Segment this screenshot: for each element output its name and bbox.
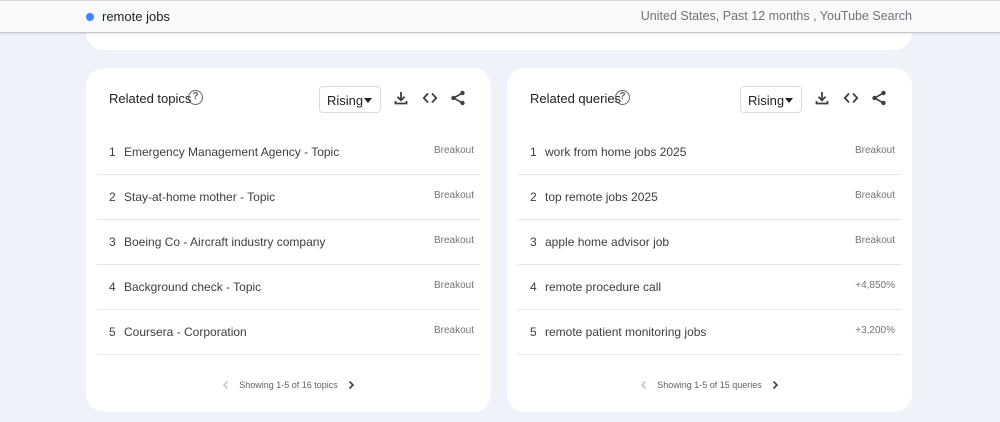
list-item[interactable]: 3 Boeing Co - Aircraft industry company … [97, 220, 480, 265]
row-value: Breakout [854, 145, 895, 156]
list-item[interactable]: 3 apple home advisor job Breakout [518, 220, 901, 265]
pagination-text: Showing 1-5 of 15 queries [657, 380, 762, 390]
row-index: 1 [530, 145, 537, 159]
row-index: 4 [530, 280, 537, 294]
row-label[interactable]: Boeing Co - Aircraft industry company [124, 235, 325, 249]
row-index: 1 [109, 145, 116, 159]
list-item[interactable]: 4 Background check - Topic Breakout [97, 265, 480, 310]
row-value: +3,200% [855, 325, 895, 336]
row-index: 4 [109, 280, 116, 294]
row-index: 2 [530, 190, 537, 204]
row-value: Breakout [433, 190, 474, 201]
row-index: 3 [530, 235, 537, 249]
chevron-right-icon[interactable] [768, 378, 782, 392]
list-item[interactable]: 1 Emergency Management Agency - Topic Br… [97, 130, 480, 175]
row-value: Breakout [433, 280, 474, 291]
embed-icon[interactable] [843, 90, 859, 106]
list-item[interactable]: 5 Coursera - Corporation Breakout [97, 310, 480, 355]
card-title: Related topics [109, 91, 192, 106]
pagination: Showing 1-5 of 16 topics [86, 378, 491, 392]
series-color-dot [86, 13, 94, 21]
share-icon[interactable] [450, 90, 466, 106]
related-topics-card: Related topics ? Rising 1 Emergency Mana… [86, 68, 491, 412]
filter-value: Rising [748, 93, 785, 108]
filter-value: Rising [327, 93, 364, 108]
caret-down-icon [785, 98, 793, 103]
download-icon[interactable] [814, 90, 830, 106]
row-value: Breakout [854, 235, 895, 246]
search-summary-bar: remote jobs United States, Past 12 month… [0, 0, 1000, 33]
list-item[interactable]: 5 remote patient monitoring jobs +3,200% [518, 310, 901, 355]
row-value: +4,850% [855, 280, 895, 291]
search-term[interactable]: remote jobs [102, 9, 170, 24]
list-item[interactable]: 2 Stay-at-home mother - Topic Breakout [97, 175, 480, 220]
help-icon[interactable]: ? [615, 90, 630, 105]
filter-dropdown[interactable]: Rising [319, 86, 381, 113]
related-topics-list: 1 Emergency Management Agency - Topic Br… [97, 130, 480, 355]
related-queries-card: Related queries ? Rising 1 work from hom… [507, 68, 912, 412]
row-label[interactable]: apple home advisor job [545, 235, 669, 249]
row-value: Breakout [433, 325, 474, 336]
card-title: Related queries [530, 91, 622, 106]
chevron-right-icon[interactable] [344, 378, 358, 392]
search-filters-summary[interactable]: United States, Past 12 months , YouTube … [641, 9, 912, 23]
chevron-left-icon[interactable] [637, 378, 651, 392]
row-label[interactable]: Stay-at-home mother - Topic [124, 190, 275, 204]
row-index: 5 [530, 325, 537, 339]
row-index: 3 [109, 235, 116, 249]
row-index: 2 [109, 190, 116, 204]
download-icon[interactable] [393, 90, 409, 106]
row-value: Breakout [854, 190, 895, 201]
row-label[interactable]: Background check - Topic [124, 280, 261, 294]
pagination-text: Showing 1-5 of 16 topics [239, 380, 338, 390]
caret-down-icon [364, 98, 372, 103]
list-item[interactable]: 2 top remote jobs 2025 Breakout [518, 175, 901, 220]
row-value: Breakout [433, 145, 474, 156]
pagination: Showing 1-5 of 15 queries [507, 378, 912, 392]
chevron-left-icon[interactable] [219, 378, 233, 392]
row-label[interactable]: top remote jobs 2025 [545, 190, 658, 204]
share-icon[interactable] [871, 90, 887, 106]
row-index: 5 [109, 325, 116, 339]
embed-icon[interactable] [422, 90, 438, 106]
related-queries-list: 1 work from home jobs 2025 Breakout 2 to… [518, 130, 901, 355]
list-item[interactable]: 1 work from home jobs 2025 Breakout [518, 130, 901, 175]
help-icon[interactable]: ? [188, 90, 203, 105]
list-item[interactable]: 4 remote procedure call +4,850% [518, 265, 901, 310]
row-label[interactable]: work from home jobs 2025 [545, 145, 686, 159]
row-label[interactable]: remote patient monitoring jobs [545, 325, 706, 339]
row-label[interactable]: remote procedure call [545, 280, 661, 294]
row-value: Breakout [433, 235, 474, 246]
row-label[interactable]: Emergency Management Agency - Topic [124, 145, 339, 159]
filter-dropdown[interactable]: Rising [740, 86, 802, 113]
row-label[interactable]: Coursera - Corporation [124, 325, 247, 339]
